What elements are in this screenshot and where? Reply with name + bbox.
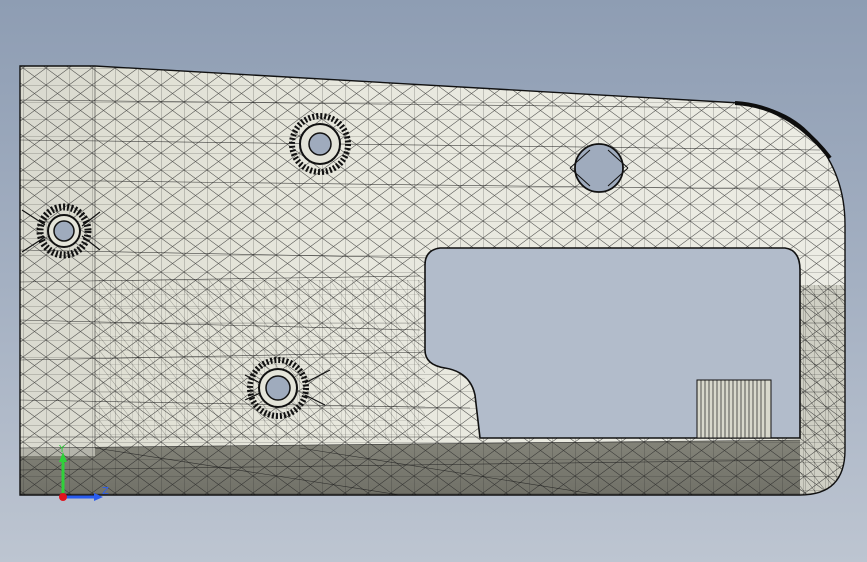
mesh-overlay-fine (95, 280, 425, 440)
y-axis-label: Y (58, 444, 66, 455)
cad-part[interactable] (19, 60, 850, 500)
cylindrical-boss[interactable] (696, 379, 772, 439)
x-axis-dot (59, 493, 67, 501)
mesh-overlay-right (800, 285, 845, 495)
hole-1[interactable] (289, 113, 351, 175)
cad-viewport[interactable]: Y Z (0, 0, 867, 562)
z-axis-label: Z (102, 486, 109, 497)
